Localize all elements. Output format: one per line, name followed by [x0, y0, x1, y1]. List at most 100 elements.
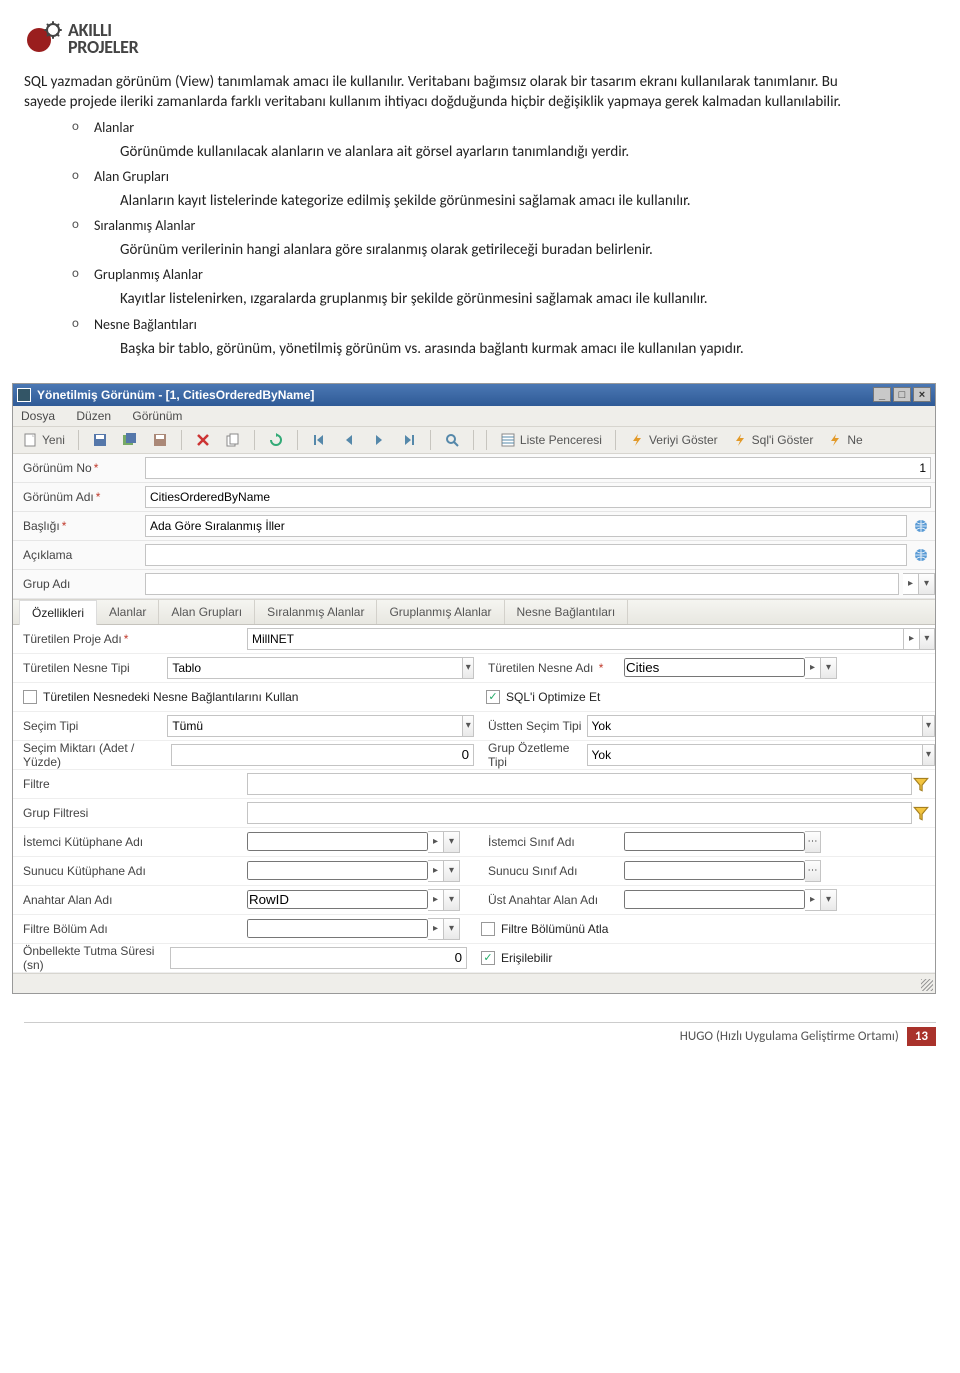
istemci-sinif-adi-label: İstemci Sınıf Adı: [488, 835, 575, 849]
lookup-button[interactable]: [903, 573, 919, 595]
filter-icon[interactable]: [912, 803, 931, 823]
first-icon: [311, 432, 327, 448]
lightning-icon: [827, 432, 843, 448]
toolbar: Yeni Liste Penceresi Veriyi Göster S: [13, 427, 935, 454]
dropdown-button[interactable]: [920, 628, 935, 650]
copy-button[interactable]: [220, 429, 246, 451]
ne-button[interactable]: Ne: [822, 429, 867, 451]
aciklama-input[interactable]: [145, 544, 907, 566]
resize-grip-icon[interactable]: [921, 979, 933, 991]
lookup-button[interactable]: [428, 860, 444, 882]
menu-duzen[interactable]: Düzen: [76, 409, 111, 423]
menu-dosya[interactable]: Dosya: [21, 409, 55, 423]
lookup-button[interactable]: [428, 889, 444, 911]
minimize-button[interactable]: _: [873, 387, 891, 402]
turetilen-nesne-tipi-select[interactable]: [167, 657, 463, 679]
next-button[interactable]: [366, 429, 392, 451]
sunucu-sinif-adi-input[interactable]: [624, 861, 805, 880]
tab-ozellikleri[interactable]: Özellikleri: [19, 600, 97, 625]
dropdown-button[interactable]: [444, 918, 460, 940]
filtre-bolumunu-atla-checkbox[interactable]: [481, 922, 495, 936]
managed-view-window: Yönetilmiş Görünüm - [1, CitiesOrderedBy…: [12, 383, 936, 994]
secim-tipi-label: Seçim Tipi: [23, 719, 78, 733]
gorunum-adi-input[interactable]: [145, 486, 931, 508]
ustten-secim-tipi-select[interactable]: [587, 715, 924, 737]
ellipsis-button[interactable]: ⋯: [805, 860, 821, 882]
basligi-label: Başlığı: [23, 519, 60, 533]
anahtar-alan-adi-input[interactable]: [247, 890, 428, 909]
search-button[interactable]: [439, 429, 465, 451]
kullan-checkbox[interactable]: [23, 690, 37, 704]
prev-icon: [341, 432, 357, 448]
list-window-button[interactable]: Liste Penceresi: [495, 429, 607, 451]
bullet-list: oAlanlar: [72, 119, 936, 136]
basligi-input[interactable]: [145, 515, 907, 537]
menu-gorunum[interactable]: Görünüm: [132, 409, 182, 423]
turetilen-nesne-adi-input[interactable]: [624, 658, 805, 677]
dropdown-button[interactable]: [923, 715, 935, 737]
globe-icon[interactable]: [911, 516, 931, 536]
list-icon: [500, 432, 516, 448]
turetilen-proje-adi-input[interactable]: [247, 628, 904, 650]
tab-gruplanmis-alanlar[interactable]: Gruplanmış Alanlar: [377, 600, 504, 624]
save-all-button[interactable]: [117, 429, 143, 451]
grup-adi-label: Grup Adı: [23, 577, 70, 591]
brain-gear-icon: [24, 20, 62, 58]
dropdown-button[interactable]: [444, 889, 460, 911]
sql-optimize-checkbox[interactable]: [486, 690, 500, 704]
turetilen-nesne-tipi-label: Türetilen Nesne Tipi: [23, 661, 130, 675]
last-button[interactable]: [396, 429, 422, 451]
secim-miktari-input[interactable]: [171, 744, 474, 766]
kullan-label: Türetilen Nesnedeki Nesne Bağlantılarını…: [43, 690, 298, 704]
sunucu-kutuphane-adi-input[interactable]: [247, 861, 428, 880]
dropdown-button[interactable]: [463, 657, 474, 679]
onbellek-input[interactable]: [170, 947, 467, 969]
lookup-button[interactable]: [428, 918, 444, 940]
intro-paragraph: SQL yazmadan görünüm (View) tanımlamak a…: [24, 72, 876, 113]
first-button[interactable]: [306, 429, 332, 451]
show-sql-button[interactable]: Sql'i Göster: [727, 429, 819, 451]
lookup-button[interactable]: [805, 657, 821, 679]
filtre-label: Filtre: [23, 777, 50, 791]
filtre-input[interactable]: [247, 773, 912, 795]
save-as-button[interactable]: [147, 429, 173, 451]
delete-button[interactable]: [190, 429, 216, 451]
globe-icon[interactable]: [911, 545, 931, 565]
secim-tipi-select[interactable]: [167, 715, 463, 737]
refresh-icon: [268, 432, 284, 448]
tab-siralanmis-alanlar[interactable]: Sıralanmış Alanlar: [255, 600, 377, 624]
erisilebilir-checkbox[interactable]: [481, 951, 495, 965]
dropdown-button[interactable]: [444, 831, 460, 853]
tab-alanlar[interactable]: Alanlar: [97, 600, 159, 624]
prev-button[interactable]: [336, 429, 362, 451]
close-button[interactable]: ×: [913, 387, 931, 402]
new-button[interactable]: Yeni: [17, 429, 70, 451]
lookup-button[interactable]: [805, 889, 821, 911]
grup-filtresi-input[interactable]: [247, 802, 912, 824]
lookup-button[interactable]: [428, 831, 444, 853]
filtre-bolum-adi-input[interactable]: [247, 919, 428, 938]
maximize-button[interactable]: □: [893, 387, 911, 402]
dropdown-button[interactable]: [444, 860, 460, 882]
dropdown-button[interactable]: [821, 889, 837, 911]
lookup-button[interactable]: [904, 628, 919, 650]
dropdown-button[interactable]: [821, 657, 837, 679]
istemci-sinif-adi-input[interactable]: [624, 832, 805, 851]
gorunum-no-input[interactable]: [145, 457, 931, 479]
tab-alan-gruplari[interactable]: Alan Grupları: [159, 600, 255, 624]
ust-anahtar-alan-adi-input[interactable]: [624, 890, 805, 909]
refresh-button[interactable]: [263, 429, 289, 451]
filter-icon[interactable]: [912, 774, 931, 794]
statusbar: [13, 973, 935, 993]
onbellek-label: Önbellekte Tutma Süresi (sn): [23, 944, 164, 972]
dropdown-button[interactable]: [923, 744, 935, 766]
dropdown-button[interactable]: [463, 715, 474, 737]
grup-adi-input[interactable]: [145, 573, 899, 595]
dropdown-button[interactable]: [919, 573, 935, 595]
ellipsis-button[interactable]: ⋯: [805, 831, 821, 853]
show-data-button[interactable]: Veriyi Göster: [624, 429, 723, 451]
istemci-kutuphane-adi-input[interactable]: [247, 832, 428, 851]
grup-ozetleme-tipi-select[interactable]: [587, 744, 924, 766]
tab-nesne-baglantilari[interactable]: Nesne Bağlantıları: [505, 600, 629, 624]
save-button[interactable]: [87, 429, 113, 451]
